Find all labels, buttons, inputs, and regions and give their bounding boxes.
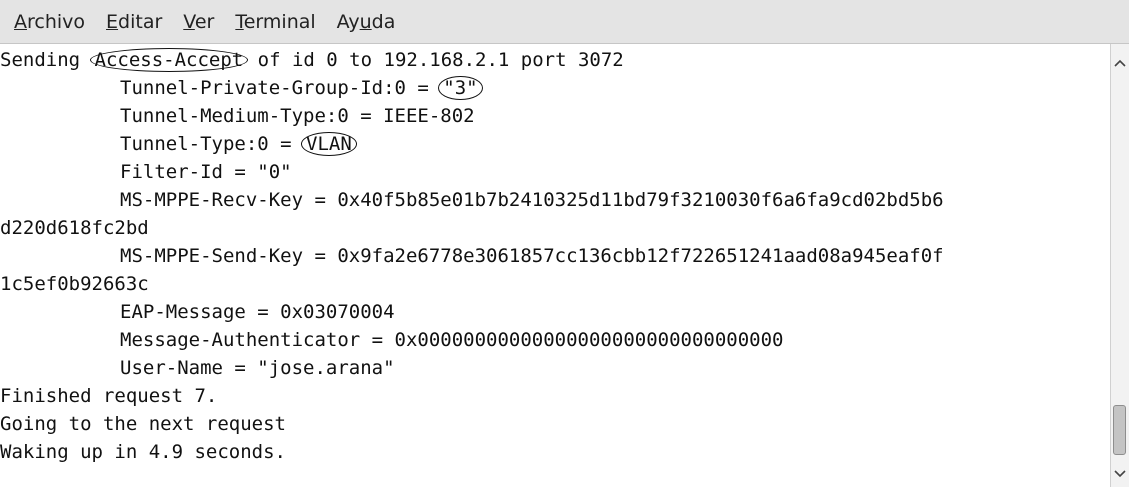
terminal-output[interactable]: Sending Access-Accept of id 0 to 192.168… bbox=[0, 44, 1110, 487]
terminal-window: Archivo Editar Ver Terminal Ayuda Sendin… bbox=[0, 0, 1129, 487]
output-line: Tunnel-Medium-Type:0 = IEEE-802 bbox=[120, 105, 475, 127]
line-text: Tunnel-Type:0 = bbox=[120, 133, 304, 155]
scroll-up-button[interactable] bbox=[1111, 52, 1129, 74]
menu-ayuda-label-rest: da bbox=[371, 10, 396, 33]
menu-terminal[interactable]: Terminal bbox=[235, 11, 315, 33]
menu-bar: Archivo Editar Ver Terminal Ayuda bbox=[0, 0, 1129, 44]
menu-editar-mnemonic: E bbox=[106, 10, 119, 33]
output-line: MS-MPPE-Send-Key = 0x9fa2e6778e3061857cc… bbox=[120, 245, 944, 267]
output-line: MS-MPPE-Recv-Key = 0x40f5b85e01b7b241032… bbox=[120, 189, 944, 211]
menu-archivo[interactable]: Archivo bbox=[14, 11, 85, 33]
output-line: Going to the next request bbox=[0, 413, 286, 435]
vertical-scrollbar[interactable] bbox=[1110, 44, 1129, 487]
output-line: User-Name = "jose.arana" bbox=[120, 357, 395, 379]
output-line: EAP-Message = 0x03070004 bbox=[120, 301, 395, 323]
menu-archivo-label-rest: rchivo bbox=[27, 10, 86, 33]
menu-editar[interactable]: Editar bbox=[106, 11, 162, 33]
line-text: of id 0 to 192.168.2.1 port 3072 bbox=[246, 49, 624, 71]
menu-ayuda-label-start: Ay bbox=[336, 10, 360, 33]
circled-annotation: Access-Accept bbox=[89, 48, 249, 72]
output-line: Tunnel-Private-Group-Id:0 = "3" bbox=[0, 74, 483, 102]
chevron-up-icon bbox=[1114, 59, 1126, 67]
output-line: Finished request 7. bbox=[0, 385, 218, 407]
menu-ayuda-mnemonic: u bbox=[359, 10, 372, 33]
line-text: Tunnel-Private-Group-Id:0 = bbox=[120, 77, 441, 99]
scroll-down-button[interactable] bbox=[1111, 463, 1129, 485]
circled-annotation: VLAN bbox=[301, 132, 357, 156]
menu-ayuda[interactable]: Ayuda bbox=[337, 11, 396, 33]
menu-ver-label-rest: er bbox=[194, 10, 215, 33]
menu-ver[interactable]: Ver bbox=[183, 11, 214, 33]
menu-editar-label-rest: ditar bbox=[118, 10, 163, 33]
output-line: Tunnel-Type:0 = VLAN bbox=[0, 130, 357, 158]
menu-terminal-mnemonic: T bbox=[235, 10, 244, 33]
menu-ver-mnemonic: V bbox=[183, 10, 195, 33]
line-text: Sending bbox=[0, 49, 92, 71]
circled-annotation: "3" bbox=[438, 76, 483, 100]
menu-terminal-label-rest: erminal bbox=[243, 10, 316, 33]
chevron-down-icon bbox=[1114, 470, 1126, 478]
output-line: Sending Access-Accept of id 0 to 192.168… bbox=[0, 46, 624, 74]
output-line: Filter-Id = "0" bbox=[120, 161, 292, 183]
menu-archivo-mnemonic: A bbox=[14, 10, 27, 33]
output-line: Waking up in 4.9 seconds. bbox=[0, 441, 286, 463]
scrollbar-thumb[interactable] bbox=[1113, 405, 1126, 455]
output-line: d220d618fc2bd bbox=[0, 217, 149, 239]
output-line: 1c5ef0b92663c bbox=[0, 273, 149, 295]
output-line: Message-Authenticator = 0x00000000000000… bbox=[120, 329, 784, 351]
